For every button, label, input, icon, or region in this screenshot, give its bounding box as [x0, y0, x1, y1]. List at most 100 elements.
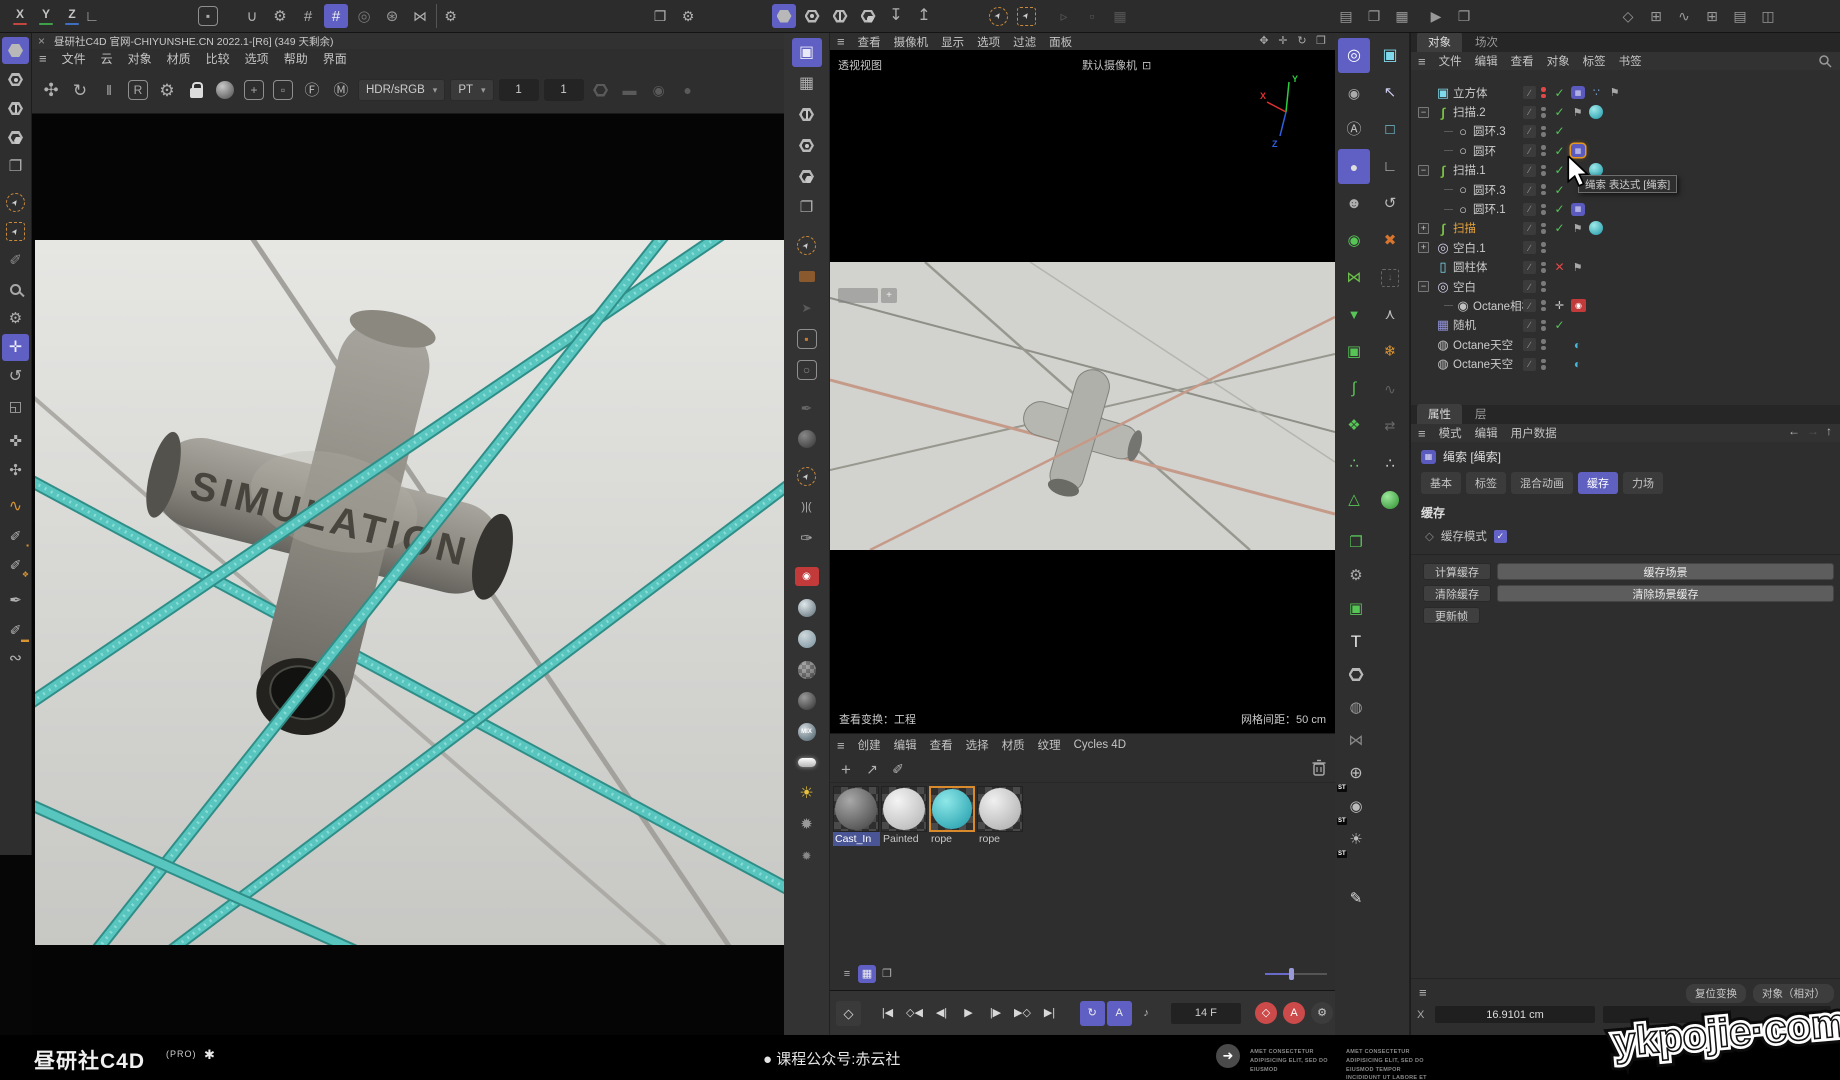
snap-settings-icon[interactable]: ⚙	[268, 4, 292, 28]
om-menu-1[interactable]: 编辑	[1475, 53, 1498, 69]
tree-row[interactable]: ▣立方体∕✓▦∵⚑	[1411, 83, 1840, 102]
edit-toggle-icon[interactable]: ∕	[1523, 222, 1536, 235]
eyedropper-icon[interactable]: ✐	[887, 758, 909, 780]
grid-snap-icon[interactable]: #	[324, 4, 348, 28]
annotation-icon[interactable]: Ⓐ	[1338, 112, 1370, 147]
multi-object-icon[interactable]: ❐	[2, 153, 29, 180]
keyframe-dot-icon[interactable]: ◇	[1425, 529, 1434, 543]
axis-lock-icon[interactable]: ∟	[80, 4, 104, 28]
butterfly-icon[interactable]: ⋈	[1338, 260, 1370, 295]
volume-cube-icon[interactable]: ▣	[1339, 593, 1373, 624]
spline-cubes-icon[interactable]: ✐❖	[2, 551, 29, 578]
cache-action-button[interactable]: 更新帧	[1423, 607, 1480, 624]
samples-field-1[interactable]: 1	[499, 79, 539, 101]
rotate-tool-icon[interactable]: ↺	[2, 363, 29, 390]
octane-camera-icon[interactable]: ◉	[792, 562, 822, 591]
attr-tab-0[interactable]: 属性	[1417, 404, 1462, 424]
edit-toggle-icon[interactable]: ∕	[1523, 241, 1536, 254]
menu-icon[interactable]: ≡	[1419, 985, 1427, 1000]
render-start-icon[interactable]: ✣	[39, 78, 63, 102]
octane-menu-0[interactable]: 文件	[62, 50, 86, 67]
live-selection-icon[interactable]: ➤	[986, 4, 1010, 28]
om-tab-1[interactable]: 场次	[1464, 32, 1509, 52]
axis-lock-z[interactable]: Z	[62, 4, 82, 28]
octane-menu-1[interactable]: 云	[101, 50, 113, 67]
attr-section-tab-2[interactable]: 混合动画	[1511, 472, 1573, 494]
tree-row[interactable]: ▯圆柱体∕✕⚑	[1411, 258, 1840, 277]
magnet-snap-icon[interactable]: ∪	[240, 4, 264, 28]
polygon-mode-icon[interactable]	[2, 124, 29, 151]
visibility-dots-icon[interactable]	[1541, 126, 1546, 137]
selection-filter-icon[interactable]: ◉	[1338, 223, 1370, 258]
arrow-dim-icon[interactable]: ➤	[792, 293, 822, 322]
edit-toggle-icon[interactable]: ∕	[1523, 144, 1536, 157]
menu-icon[interactable]: ≡	[39, 51, 47, 66]
tree-row[interactable]: ○圆环.1∕✓▦	[1411, 199, 1840, 218]
octane-menu-5[interactable]: 选项	[245, 50, 269, 67]
viewport-menu-4[interactable]: 过滤	[1013, 34, 1036, 50]
edit-toggle-icon[interactable]: ∕	[1523, 319, 1536, 332]
tree-row[interactable]: −∫扫描.2∕✓⚑	[1411, 102, 1840, 121]
object-label[interactable]: 圆柱体	[1453, 259, 1488, 275]
om-menu-0[interactable]: 文件	[1439, 53, 1462, 69]
rect-selection-icon[interactable]: ➤	[1014, 4, 1038, 28]
camera-toggle-icon[interactable]: ⊡	[1142, 59, 1151, 72]
area-light-icon[interactable]	[792, 748, 822, 777]
expander-icon[interactable]: +	[1418, 223, 1429, 234]
octane-menu-3[interactable]: 材质	[167, 50, 191, 67]
cloth-icon[interactable]: ▼	[1338, 297, 1370, 332]
spline-wave-icon[interactable]: ∿	[2, 493, 29, 520]
edge-mode-icon[interactable]	[828, 4, 852, 28]
phong-tag-icon[interactable]: ⚑	[1571, 261, 1584, 274]
hud-plus-icon[interactable]: +	[881, 288, 897, 303]
pen-tool-icon[interactable]: ✐	[2, 247, 29, 274]
attr-section-tab-1[interactable]: 标签	[1466, 472, 1506, 494]
export-icon[interactable]: ↥	[912, 4, 936, 28]
octane-render-view[interactable]: SIMULATION	[32, 114, 784, 1035]
material-menu-1[interactable]: 编辑	[894, 737, 917, 753]
coordinate-mode-button[interactable]: 对象（相对）	[1753, 984, 1834, 1003]
enabled-check-icon[interactable]: ✓	[1553, 163, 1566, 177]
render-pause-icon[interactable]: ‖	[97, 78, 121, 102]
render-restart-icon[interactable]: ↻	[68, 78, 92, 102]
prev-key-button[interactable]: ◇◀	[902, 1001, 927, 1026]
back-icon[interactable]: ←	[1788, 424, 1800, 438]
octane-menu-6[interactable]: 帮助	[284, 50, 308, 67]
visibility-dots-icon[interactable]	[1541, 204, 1546, 215]
pick-region-icon[interactable]: ▫	[271, 78, 295, 102]
model-mode-icon[interactable]	[2, 37, 29, 64]
object-label[interactable]: 扫描.1	[1453, 162, 1486, 178]
up-icon[interactable]: ↑	[1826, 424, 1832, 438]
visibility-dots-icon[interactable]	[1541, 262, 1546, 273]
menu-icon[interactable]: ≡	[1418, 426, 1426, 441]
collision-icon[interactable]: ✖	[1374, 223, 1406, 258]
hexagon-dim-icon[interactable]	[589, 78, 613, 102]
attr-tab-1[interactable]: 层	[1464, 404, 1498, 424]
cache-action-button[interactable]: 计算缓存	[1423, 563, 1491, 580]
camera-st-icon[interactable]: ◉ST	[1339, 791, 1373, 822]
add-material-icon[interactable]: +	[835, 758, 857, 780]
import-icon[interactable]: ↧	[884, 4, 908, 28]
menu-icon[interactable]: ≡	[1418, 54, 1426, 69]
visibility-dots-icon[interactable]	[1541, 145, 1546, 156]
uv-square-icon[interactable]: ▪	[792, 324, 822, 353]
play-render-icon[interactable]: ▶	[1424, 4, 1448, 28]
material-item[interactable]: rope	[929, 786, 976, 846]
material-menu-3[interactable]: 选择	[966, 737, 989, 753]
tree-row[interactable]: ◍Octane天空∕◐	[1411, 335, 1840, 354]
enabled-check-icon[interactable]: ✓	[1553, 318, 1566, 332]
expander-icon[interactable]: −	[1418, 165, 1429, 176]
visibility-icon[interactable]: ◉	[1338, 75, 1370, 110]
feather-comb-icon[interactable]: ✑	[792, 524, 822, 553]
rope-spline-icon[interactable]: ∾	[2, 645, 29, 672]
sun-light-icon[interactable]: ☀	[792, 779, 822, 808]
autokey-frames-icon[interactable]: A	[1107, 1001, 1132, 1026]
thumbnail-size-slider[interactable]	[1265, 968, 1327, 980]
live-selection-icon[interactable]: ➤	[2, 189, 29, 216]
enabled-check-icon[interactable]: ✓	[1553, 202, 1566, 216]
visibility-dots-icon[interactable]	[1541, 165, 1546, 176]
viewport-menu-0[interactable]: 查看	[858, 34, 881, 50]
visibility-dots-icon[interactable]	[1541, 281, 1546, 292]
material-ball-icon[interactable]	[213, 78, 237, 102]
keying-settings-button[interactable]: ⚙	[1311, 1002, 1333, 1024]
